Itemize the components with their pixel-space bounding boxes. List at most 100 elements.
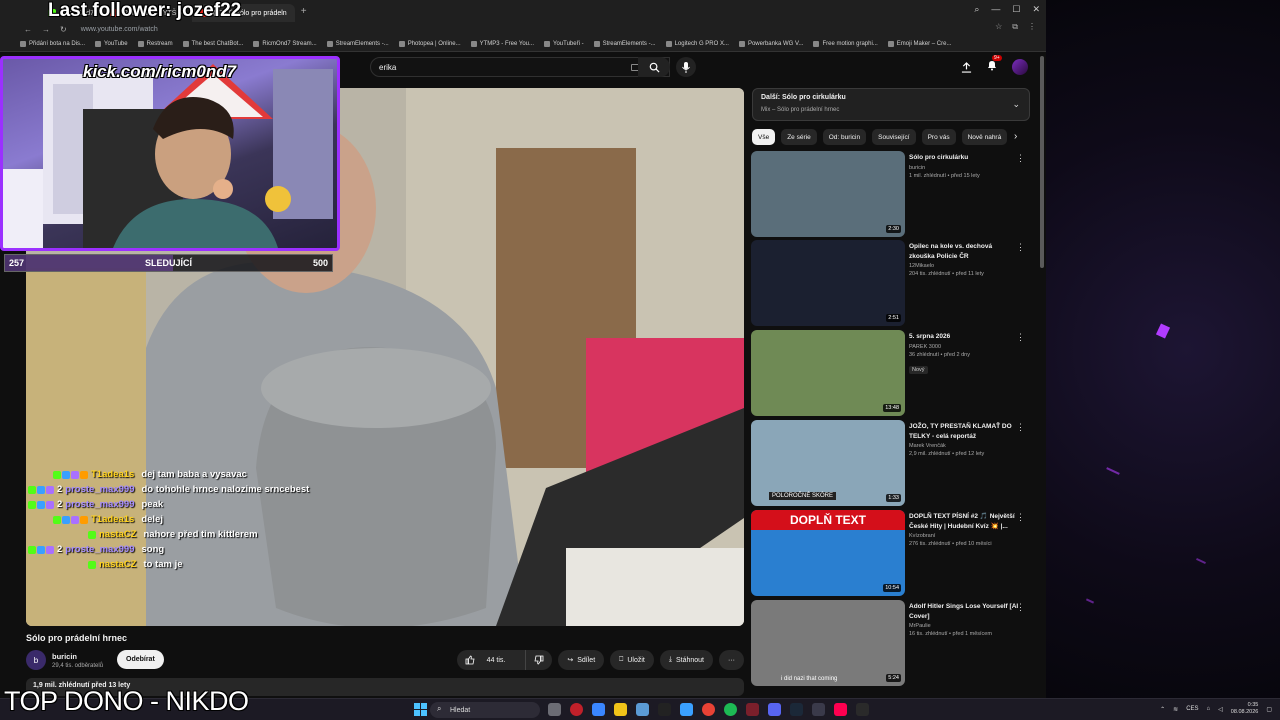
dislike-button[interactable] (525, 650, 552, 670)
capcut-icon[interactable] (658, 703, 671, 716)
bookmark-item[interactable]: Restream (137, 40, 173, 47)
epic-games-icon[interactable] (856, 703, 869, 716)
minimize-button[interactable]: — (991, 4, 1000, 15)
recommendation-title[interactable]: DOPLŇ TEXT PÍSNÍ #2 🎵 Největší České Hit… (909, 512, 1019, 531)
recommendation-channel[interactable]: Marek Vrenčák (909, 443, 1019, 449)
up-next-panel[interactable]: Další: Sólo pro cirkulárku Mix – Sólo pr… (752, 88, 1030, 121)
chip-4[interactable]: Pro vás (921, 129, 956, 145)
discord-icon[interactable] (768, 703, 781, 716)
search-button[interactable] (638, 57, 670, 77)
obs-icon[interactable] (812, 703, 825, 716)
download-button[interactable]: ⤓ Stáhnout (659, 650, 713, 670)
chip-0[interactable]: Vše (752, 129, 776, 145)
chip-5[interactable]: Nově nahrá (961, 129, 1008, 145)
chevron-right-icon[interactable]: › (1014, 131, 1017, 142)
video-thumbnail[interactable]: i did nazi that coming 5:24 (751, 600, 905, 686)
volume-icon[interactable]: ◁ (1218, 706, 1223, 713)
forward-icon[interactable]: → (42, 25, 50, 34)
bookmark-item[interactable]: YouTube (95, 40, 128, 47)
scrollbar[interactable] (1040, 56, 1044, 268)
recommendation-item[interactable]: i did nazi that coming 5:24 Adolf Hitler S… (751, 600, 1033, 686)
like-button[interactable]: 44 tis. (457, 650, 522, 670)
upload-icon[interactable] (961, 61, 972, 73)
chevron-down-icon[interactable]: ⌄ (1012, 99, 1020, 110)
bookmark-item[interactable]: YouTubeři - (544, 40, 584, 47)
bookmark-item[interactable]: Logitech G PRO X... (665, 40, 729, 47)
recommendation-item[interactable]: POLOROČNÉ SKÓRE 1:33 JOŽO, TY PRESTAŇ KLAM… (751, 420, 1033, 506)
task-view-icon[interactable] (548, 703, 561, 716)
more-options-icon[interactable]: ⋮ (1016, 153, 1025, 164)
clock[interactable]: 0:35 08.08.2026 (1231, 702, 1259, 716)
chip-3[interactable]: Související (872, 129, 916, 145)
recommendation-title[interactable]: Sólo pro cirkulárku (909, 153, 1019, 163)
wifi-icon[interactable]: ≋ (1173, 706, 1178, 713)
bookmark-icon[interactable]: ☆ (995, 22, 1002, 32)
chevron-up-icon[interactable]: ⌃ (1160, 706, 1165, 713)
maximize-button[interactable]: ☐ (1012, 4, 1020, 15)
taskbar-search[interactable]: ⌕ Hledat (430, 702, 540, 718)
menu-icon[interactable]: ⋮ (1028, 22, 1036, 32)
bookmark-item[interactable]: RicmOnd7 Stream... (253, 40, 317, 47)
bookmark-item[interactable]: Přidání bota na Dis... (20, 40, 85, 47)
video-thumbnail[interactable]: POLOROČNÉ SKÓRE 1:33 (751, 420, 905, 506)
bookmark-item[interactable]: StreamElements -... (326, 40, 389, 47)
recommendation-channel[interactable]: MrPaulie (909, 623, 1019, 629)
recommendation-title[interactable]: 5. srpna 2026 (909, 332, 1019, 342)
bookmark-item[interactable]: Photopea | Online... (398, 40, 461, 47)
bookmark-item[interactable]: Powerbanka WG V... (738, 40, 803, 47)
new-tab-button[interactable]: + (295, 6, 313, 17)
chrome-icon[interactable] (702, 703, 715, 716)
store-icon[interactable] (636, 703, 649, 716)
channel-avatar[interactable]: b (26, 650, 46, 670)
more-options-icon[interactable]: ⋮ (1016, 512, 1025, 523)
opera-icon[interactable] (570, 703, 583, 716)
recommendation-channel[interactable]: 12Mikaelo (909, 263, 1019, 269)
bookmark-item[interactable]: Emoji Maker – Cre... (887, 40, 951, 47)
recommendation-channel[interactable]: PAREK 3000 (909, 344, 1019, 350)
recommendation-item[interactable]: 13:48 5. srpna 2026 PAREK 3000 36 zhlédnutí… (751, 330, 1033, 416)
chip-1[interactable]: Ze série (781, 129, 817, 145)
bookmark-item[interactable]: YTMP3 - Free You... (470, 40, 534, 47)
video-thumbnail[interactable]: 2:51 (751, 240, 905, 326)
share-button[interactable]: ↪ Sdílet (558, 650, 605, 670)
channel-name[interactable]: buricin (52, 652, 103, 661)
edge-icon[interactable] (592, 703, 605, 716)
recommendation-item[interactable]: 2:30 Sólo pro cirkulárku buricin 1 mil. zhl… (751, 151, 1033, 237)
recommendation-item[interactable]: DOPLŇ TEXT 10:54 DOPLŇ TEXT PÍSNÍ #2 🎵 Nej… (751, 510, 1033, 596)
recommendation-title[interactable]: Adolf Hitler Sings Lose Yourself [AI Cov… (909, 602, 1019, 621)
tiktok-icon[interactable] (834, 703, 847, 716)
back-icon[interactable]: ← (24, 25, 32, 34)
video-thumbnail[interactable]: 2:30 (751, 151, 905, 237)
more-options-icon[interactable]: ⋮ (1016, 422, 1025, 433)
voice-search-button[interactable] (676, 57, 696, 77)
notification-center-icon[interactable]: ▢ (1266, 706, 1272, 713)
save-button[interactable]: ⎕ Uložit (610, 650, 654, 670)
notifications-button[interactable]: 9+ (986, 55, 1002, 76)
language-indicator[interactable]: CES (1186, 706, 1198, 712)
search-input[interactable]: erika ✕ (370, 57, 670, 77)
url-field[interactable]: www.youtube.com/watch (81, 26, 158, 33)
video-thumbnail[interactable]: DOPLŇ TEXT 10:54 (751, 510, 905, 596)
reload-icon[interactable]: ↻ (60, 25, 67, 34)
recommendation-item[interactable]: 2:51 Opilec na kole vs. dechová zkouška P… (751, 240, 1033, 326)
network-icon[interactable]: ⌂ (1207, 706, 1211, 712)
subscribe-button[interactable]: Odebírat (117, 650, 164, 669)
chip-2[interactable]: Od: buricin (822, 129, 867, 145)
extensions-icon[interactable]: ⧉ (1012, 22, 1018, 32)
recommendation-title[interactable]: Opilec na kole vs. dechová zkouška Polic… (909, 242, 1019, 261)
file-explorer-icon[interactable] (614, 703, 627, 716)
more-options-icon[interactable]: ⋮ (1016, 242, 1025, 253)
more-actions-button[interactable]: ··· (719, 650, 744, 670)
windows-start-icon[interactable] (414, 703, 427, 716)
video-thumbnail[interactable]: 13:48 (751, 330, 905, 416)
bookmark-item[interactable]: The best ChatBot... (182, 40, 243, 47)
recommendation-channel[interactable]: buricin (909, 165, 1019, 171)
spotify-icon[interactable] (724, 703, 737, 716)
steam-icon[interactable] (790, 703, 803, 716)
more-options-icon[interactable]: ⋮ (1016, 602, 1025, 613)
recommendation-channel[interactable]: Kvízobraní (909, 533, 1019, 539)
valorant-icon[interactable] (746, 703, 759, 716)
search-tabs-icon[interactable]: ⌕ (974, 4, 979, 15)
close-button[interactable]: ✕ (1032, 4, 1040, 15)
more-options-icon[interactable]: ⋮ (1016, 332, 1025, 343)
